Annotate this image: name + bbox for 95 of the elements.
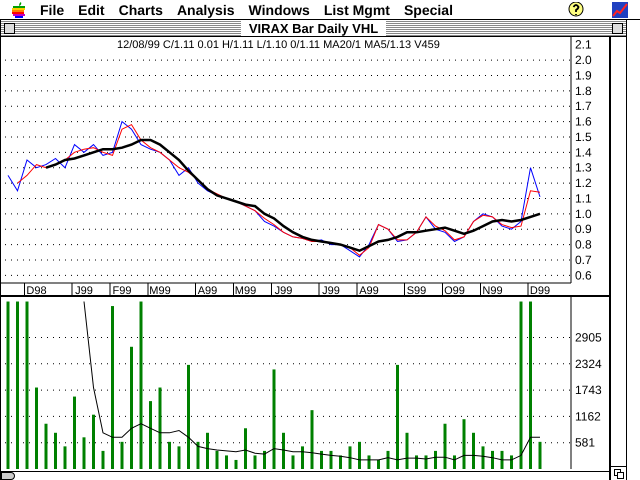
volume-bar [310,410,314,469]
y-tick-label: 1.8 [575,84,592,98]
y-tick-label: 1.3 [575,160,592,175]
x-tick-label: J99 [274,285,292,297]
y-tick-label: 1743 [575,383,602,398]
scroll-thumb[interactable] [1,472,15,480]
x-tick-label: A99 [198,285,218,297]
volume-bar [415,455,418,469]
menu-item[interactable]: Edit [78,2,105,16]
volume-bar [102,450,104,469]
chart-app-icon[interactable] [612,2,628,18]
x-tick-label: J99 [75,285,93,297]
volume-bar [92,414,95,469]
volume-bar [330,450,332,469]
horizontal-scrollbar[interactable] [1,471,609,480]
volume-bar [206,432,209,469]
volume-bar [500,450,504,469]
volume-bar [149,401,152,469]
zoom-box[interactable] [612,22,623,34]
volume-bar [377,460,380,469]
volume-bar [225,455,228,469]
apple-icon[interactable] [12,2,26,18]
menu-item[interactable]: File [40,2,64,16]
volume-bar [178,446,180,469]
volume-bar [386,450,390,469]
volume-bar [54,432,57,469]
volume-bar [234,460,238,469]
close-box[interactable] [4,22,15,34]
y-tick-label: 581 [575,436,596,450]
x-tick-label: J99 [322,285,340,297]
volume-bar [444,424,446,469]
y-tick-label: 1162 [575,409,601,424]
y-tick-label: 0.7 [575,252,592,267]
x-tick-label: M99 [149,285,171,297]
volume-bar [168,442,171,469]
volume-bar [44,424,48,469]
volume-bar [538,442,542,469]
x-tick-label: O99 [444,285,465,297]
volume-bar [406,432,408,469]
volume-bar [254,455,256,469]
volume-bar [82,437,86,469]
volume-bar [120,442,124,469]
volume-bar [453,455,456,469]
size-box[interactable] [611,466,626,480]
volume-bar [263,450,266,469]
volume-bar [424,455,428,469]
volume-bar [491,450,494,469]
window-title: VIRAX Bar Daily VHL [240,20,386,36]
y-tick-label: 1.4 [575,145,592,160]
volume-bar [282,432,285,469]
menu-item[interactable]: Analysis [176,2,235,16]
y-tick-label: 1.2 [575,176,592,190]
volume-bar [510,455,513,469]
menu-item[interactable]: List Mgmt [324,2,390,16]
volume-bar [292,455,294,469]
x-tick-label: M99 [234,285,256,297]
x-tick-label: A99 [359,285,379,297]
volume-bar [368,455,370,469]
volume-bar [216,450,218,469]
volume-bar [64,446,66,469]
y-tick-label: 1.1 [575,191,592,206]
quote-summary: 12/08/99 C/1.11 0.01 H/1.11 L/1.10 0/1.11 MA20/1 MA5/1.13 V459 [117,39,440,51]
menu-item[interactable]: Special [404,2,453,16]
menu-item[interactable]: Windows [248,2,310,16]
y-tick-label: 2324 [575,356,602,371]
y-tick-label: 2.1 [575,38,592,52]
menu-item[interactable]: Charts [118,2,163,16]
y-tick-label: 1.0 [575,206,592,221]
x-tick-label: N99 [482,285,503,297]
y-tick-label: 0.8 [575,238,592,252]
volume-bar [472,432,475,469]
x-tick-label: D99 [530,285,550,297]
y-tick-label: 2905 [575,330,602,344]
y-tick-label: 0.9 [575,222,592,236]
x-tick-label: F99 [112,285,132,297]
y-tick-label: 2.0 [575,53,592,68]
x-tick-label: D98 [26,285,47,297]
volume-bar [244,428,247,469]
volume-bar [339,455,342,469]
help-icon[interactable] [568,2,584,18]
y-tick-label: 1.9 [575,68,592,82]
volume-bar [196,442,200,469]
volume-bar [482,446,484,469]
volume-bar [462,419,466,469]
y-tick-label: 1.7 [575,99,592,114]
volume-bar [301,446,304,469]
y-tick-label: 0.6 [575,268,592,282]
y-tick-label: 1.6 [575,114,592,129]
volume-bar [434,450,437,469]
volume-bar [348,446,352,469]
resize-icon[interactable] [614,468,624,478]
volume-bar [320,450,323,469]
x-tick-label: S99 [406,285,426,297]
volume-bar [358,442,361,469]
y-tick-label: 1.5 [575,130,592,144]
